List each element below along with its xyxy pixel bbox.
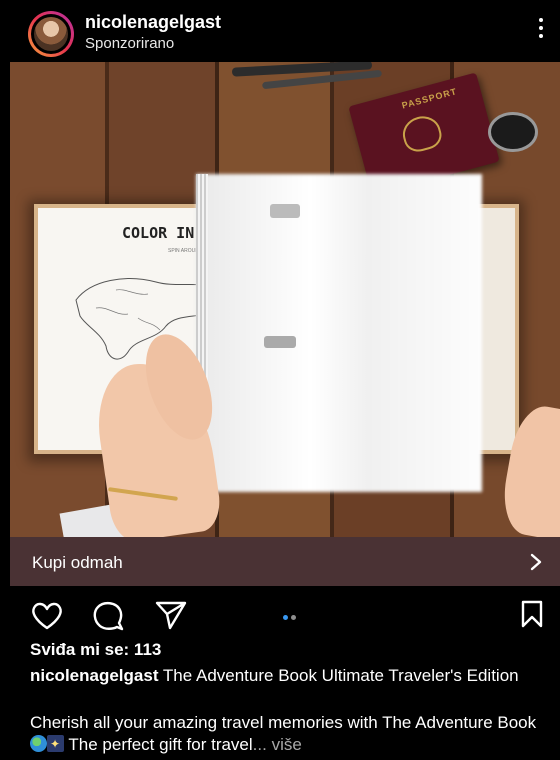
- post-description: Cherish all your amazing travel memories…: [30, 712, 550, 756]
- post-caption: nicolenagelgast The Adventure Book Ultim…: [30, 664, 550, 687]
- chevron-right-icon[interactable]: [526, 552, 546, 572]
- comment-icon[interactable]: [92, 600, 124, 632]
- carousel-indicator: [283, 609, 299, 627]
- flipping-pages: [196, 174, 482, 492]
- carousel-dot-1: [283, 615, 288, 621]
- heart-icon[interactable]: [30, 601, 64, 631]
- post-username[interactable]: nicolenagelgast: [85, 12, 221, 33]
- more-link[interactable]: ... više: [253, 735, 302, 754]
- action-bar: [0, 586, 560, 640]
- description-text-2: The perfect gift for travel: [64, 735, 253, 754]
- bookmark-icon[interactable]: [520, 600, 544, 628]
- avatar[interactable]: [28, 11, 74, 57]
- caption-text: The Adventure Book Ultimate Traveler's E…: [158, 666, 519, 685]
- description-text: Cherish all your amazing travel memories…: [30, 713, 537, 732]
- carousel-dot-2: [291, 615, 296, 621]
- shop-now-bar[interactable]: Kupi odmah: [10, 537, 560, 586]
- post-media[interactable]: PASSPORT COLOR IN SPIN AROUND: [10, 62, 560, 537]
- post-header: nicolenagelgast Sponzorirano: [0, 0, 560, 62]
- caption-username[interactable]: nicolenagelgast: [30, 666, 158, 685]
- globe-emoji: [30, 735, 47, 752]
- more-options-icon[interactable]: [538, 18, 544, 44]
- stars-emoji: [47, 733, 64, 755]
- share-icon[interactable]: [155, 600, 187, 630]
- sponsored-label: Sponzorirano: [85, 35, 175, 52]
- shop-now-label[interactable]: Kupi odmah: [32, 553, 123, 573]
- likes-count[interactable]: Sviđa mi se: 113: [30, 640, 161, 660]
- book-page-title: COLOR IN: [122, 224, 195, 242]
